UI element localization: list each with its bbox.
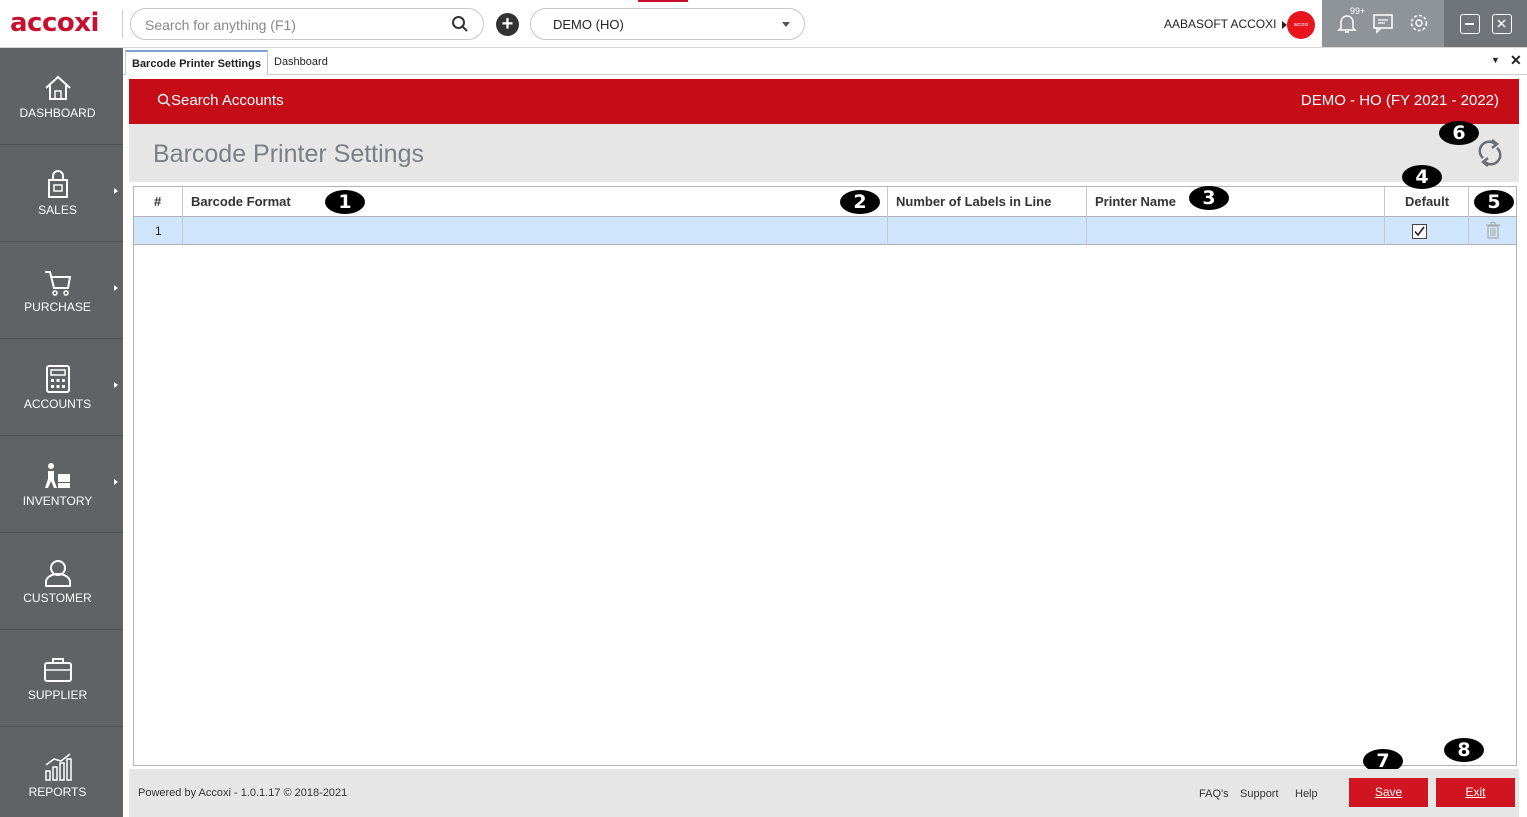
tab-barcode-printer-settings[interactable]: Barcode Printer Settings xyxy=(125,50,268,75)
sidebar-item-label: SUPPLIER xyxy=(27,688,88,702)
page-title: Barcode Printer Settings xyxy=(153,140,424,168)
tab-dropdown-icon[interactable]: ▼ xyxy=(1491,55,1500,65)
expand-arrow-icon xyxy=(114,188,118,194)
divider xyxy=(122,10,123,38)
header-bar: Search Accounts DEMO - HO (FY 2021 - 202… xyxy=(129,79,1519,124)
sidebar-item-purchase[interactable]: PURCHASE xyxy=(0,242,123,339)
customer-icon xyxy=(45,560,71,587)
labels-in-line-cell[interactable] xyxy=(888,217,1087,245)
briefcase-icon xyxy=(44,658,72,682)
sidebar-item-inventory[interactable]: INVENTORY xyxy=(0,436,123,533)
sidebar-item-label: CUSTOMER xyxy=(23,591,92,605)
sidebar-item-label: REPORTS xyxy=(28,785,87,799)
search-accounts-label: Search Accounts xyxy=(171,92,284,109)
default-checkbox[interactable] xyxy=(1412,224,1427,239)
callout-4: 4 xyxy=(1402,165,1442,189)
callout-6: 6 xyxy=(1439,121,1479,145)
expand-arrow-icon xyxy=(114,285,118,291)
company-select-value: DEMO (HO) xyxy=(553,17,624,32)
active-indicator xyxy=(638,0,688,2)
message-icon[interactable] xyxy=(1372,12,1394,34)
callout-3: 3 xyxy=(1189,186,1229,210)
top-icon-group xyxy=(1322,0,1444,47)
sidebar-item-reports[interactable]: REPORTS xyxy=(0,727,123,817)
sidebar-item-sales[interactable]: SALES xyxy=(0,145,123,242)
shopping-bag-icon xyxy=(48,170,68,198)
delete-row-icon[interactable] xyxy=(1486,222,1500,239)
sidebar-item-supplier[interactable]: SUPPLIER xyxy=(0,630,123,727)
cart-icon xyxy=(45,271,72,296)
callout-8: 8 xyxy=(1444,738,1484,762)
sidebar-item-label: PURCHASE xyxy=(24,300,91,314)
close-window-icon[interactable] xyxy=(1492,14,1512,34)
sidebar-item-dashboard[interactable]: DASHBOARD xyxy=(0,48,123,145)
sidebar-item-accounts[interactable]: ACCOUNTS xyxy=(0,339,123,436)
home-icon xyxy=(45,75,71,100)
refresh-icon[interactable] xyxy=(1475,136,1505,170)
default-cell xyxy=(1385,217,1469,245)
checkmark-icon xyxy=(1414,226,1425,237)
expand-arrow-icon xyxy=(114,382,118,388)
sidebar-item-label: INVENTORY xyxy=(22,494,93,508)
window-controls xyxy=(1444,0,1527,47)
barcode-printer-grid: # Barcode Format Number of Labels in Lin… xyxy=(133,186,1517,766)
app-window: accoxi Search for anything (F1) + DEMO (… xyxy=(0,0,1527,817)
support-link[interactable]: Support xyxy=(1240,788,1279,800)
column-header-barcode-format: Barcode Format xyxy=(183,187,888,217)
company-select[interactable]: DEMO (HO) xyxy=(530,8,805,40)
top-bar: accoxi Search for anything (F1) + DEMO (… xyxy=(0,0,1527,48)
search-placeholder: Search for anything (F1) xyxy=(145,17,296,33)
tab-dashboard[interactable]: Dashboard xyxy=(268,50,334,75)
global-search-input[interactable]: Search for anything (F1) xyxy=(130,8,484,40)
callout-5: 5 xyxy=(1474,190,1514,214)
search-accounts-link[interactable]: Search Accounts xyxy=(157,92,284,109)
exit-button[interactable]: Exit xyxy=(1436,778,1515,807)
footer: Powered by Accoxi - 1.0.1.17 © 2018-2021… xyxy=(129,769,1519,817)
calculator-icon xyxy=(46,365,70,393)
sidebar-item-label: ACCOUNTS xyxy=(23,397,92,411)
row-number: 1 xyxy=(134,217,183,245)
barcode-format-cell[interactable] xyxy=(183,217,888,245)
sidebar-item-label: DASHBOARD xyxy=(19,106,96,120)
column-header-default: Default xyxy=(1385,187,1469,217)
minimize-icon[interactable] xyxy=(1460,14,1480,34)
sidebar-item-customer[interactable]: CUSTOMER xyxy=(0,533,123,630)
gear-icon[interactable] xyxy=(1408,12,1430,34)
callout-2: 2 xyxy=(840,190,880,214)
inventory-icon xyxy=(45,463,70,488)
column-header-labels-in-line: Number of Labels in Line xyxy=(888,187,1087,217)
chevron-down-icon xyxy=(782,22,790,27)
table-row[interactable]: 1 xyxy=(134,217,1516,245)
powered-by-text: Powered by Accoxi - 1.0.1.17 © 2018-2021 xyxy=(138,787,348,799)
add-new-button[interactable]: + xyxy=(496,13,519,36)
help-link[interactable]: Help xyxy=(1295,788,1318,800)
company-fy-label: DEMO - HO (FY 2021 - 2022) xyxy=(1300,92,1499,109)
close-tab-icon[interactable]: ✕ xyxy=(1510,52,1522,69)
sidebar: DASHBOARD SALES PURCHASE ACCOUNTS INVENT… xyxy=(0,48,123,817)
notification-badge: 99+ xyxy=(1350,6,1366,16)
column-header-printer-name: Printer Name xyxy=(1087,187,1385,217)
save-button[interactable]: Save xyxy=(1349,778,1428,807)
title-area: Barcode Printer Settings xyxy=(129,124,1519,182)
search-icon xyxy=(157,93,171,107)
sidebar-item-label: SALES xyxy=(38,203,77,217)
faq-link[interactable]: FAQ's xyxy=(1199,788,1229,800)
callout-1: 1 xyxy=(325,190,365,214)
expand-arrow-icon xyxy=(114,479,118,485)
tab-bar: Barcode Printer Settings Dashboard ▼ ✕ xyxy=(123,48,1527,75)
printer-name-cell[interactable] xyxy=(1087,217,1385,245)
avatar[interactable]: accoxi xyxy=(1287,11,1315,39)
column-header-number: # xyxy=(134,187,183,217)
user-name: AABASOFT ACCOXI xyxy=(1164,17,1277,31)
accoxi-logo: accoxi xyxy=(10,8,99,38)
search-icon[interactable] xyxy=(451,15,469,33)
chart-icon xyxy=(45,753,72,781)
user-menu[interactable]: AABASOFT ACCOXI xyxy=(1164,17,1288,31)
